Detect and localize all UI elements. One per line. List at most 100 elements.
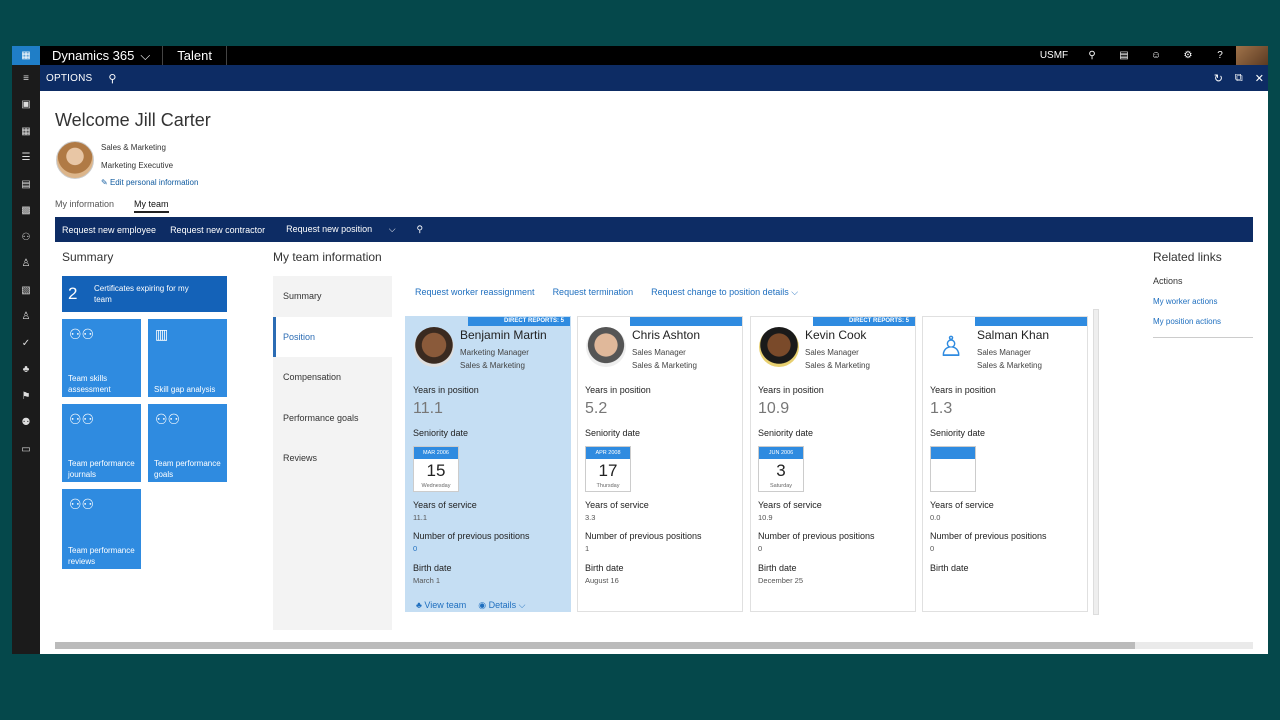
subnav-performance-goals[interactable]: Performance goals [273,398,392,439]
birth-date-label: Birth date [413,563,452,573]
certificates-count: 2 [68,284,78,303]
nav-check-icon[interactable]: ✓ [12,330,40,357]
request-new-position-button[interactable]: Request new position ⌵ [272,224,409,235]
worker-job: Sales Manager [632,348,686,357]
worker-card[interactable]: Chris Ashton Sales Manager Sales & Market… [577,316,743,612]
seniority-calendar [930,446,976,492]
nav-org-icon[interactable]: ♣ [12,357,40,384]
request-new-employee-button[interactable]: Request new employee [55,225,163,235]
horizontal-scrollbar[interactable] [55,642,1253,649]
scrollbar-thumb[interactable] [55,642,1135,649]
subnav-compensation[interactable]: Compensation [273,357,392,398]
direct-reports-badge: DIRECT REPORTS: 5 [813,317,915,326]
nav-team-icon[interactable]: ⚉ [12,410,40,437]
certificates-label: Certificates expiring for my team [94,284,189,304]
nav-recent-icon[interactable]: ▦ [12,118,40,145]
request-change-position-link[interactable]: Request change to position details ⌵ [651,287,798,298]
gear-icon[interactable]: ⚙ [1172,50,1204,61]
related-links-title: Related links [1153,250,1222,264]
tab-my-team[interactable]: My team [134,199,169,213]
module-label[interactable]: Talent [163,46,227,65]
nav-person-icon[interactable]: ♙ [12,251,40,278]
team-goals-tile[interactable]: ⚇⚇ Team performance goals [148,404,227,482]
nav-chat-icon[interactable]: ▭ [12,436,40,463]
tile-label: Team skills assessment [68,374,111,394]
details-link[interactable]: ◉ Details ⌵ [478,600,525,611]
nav-doc-icon[interactable]: ▧ [12,277,40,304]
edit-profile-link[interactable]: ✎ Edit personal information [101,174,198,192]
cal-weekday: Wednesday [421,483,451,489]
years-position-label: Years in position [585,385,651,395]
user-avatar[interactable] [1236,46,1268,65]
avatar [759,327,799,367]
skill-gap-tile[interactable]: ▥ Skill gap analysis [148,319,227,397]
tile-label: Team performance goals [154,459,221,479]
options-button[interactable]: OPTIONS [40,73,92,84]
worker-card[interactable]: DIRECT REPORTS: 5 Kevin Cook Sales Manag… [750,316,916,612]
request-termination-link[interactable]: Request termination [553,287,634,298]
brand-menu[interactable]: Dynamics 365 ⌵ [40,46,164,65]
request-new-contractor-button[interactable]: Request new contractor [163,225,272,235]
years-position-value: 1.3 [930,400,953,417]
search-icon[interactable]: ⚲ [108,72,116,85]
prev-positions-label: Number of previous positions [758,531,875,541]
search-icon[interactable]: ⚲ [1076,50,1108,61]
years-service-label: Years of service [758,500,822,510]
team-subnav: Summary Position Compensation Performanc… [273,276,392,630]
years-service-label: Years of service [413,500,477,510]
my-worker-actions-link[interactable]: My worker actions [1153,297,1253,306]
certificates-tile[interactable]: 2 Certificates expiring for my team [62,276,227,312]
years-service-value: 3.3 [585,513,596,522]
team-journals-tile[interactable]: ⚇⚇ Team performance journals [62,404,141,482]
team-skills-tile[interactable]: ⚇⚇ Team skills assessment [62,319,141,397]
report-icon: ▥ [155,326,169,342]
nav-run-icon[interactable]: ⚑ [12,383,40,410]
smiley-icon[interactable]: ☺ [1140,50,1172,61]
left-nav: ≡ ▣ ▦ ☰ ▤ ▩ ⚇ ♙ ▧ ♙ ✓ ♣ ⚑ ⚉ ▭ [12,65,40,654]
subnav-summary[interactable]: Summary [273,276,392,317]
message-icon[interactable]: ▤ [1108,50,1140,61]
request-reassignment-link[interactable]: Request worker reassignment [415,287,535,298]
search-icon[interactable]: ⚲ [410,224,431,235]
cal-weekday: Thursday [596,483,620,489]
hamburger-icon[interactable]: ≡ [12,65,40,92]
subnav-position[interactable]: Position [273,316,392,357]
worker-name: Chris Ashton [632,328,701,342]
cal-day: 15 [426,461,446,480]
nav-user-icon[interactable]: ♙ [12,304,40,331]
prev-positions-label: Number of previous positions [585,531,702,541]
related-links-panel: Related links Actions My worker actions … [1153,250,1253,338]
seniority-label: Seniority date [930,428,986,438]
team-reviews-tile[interactable]: ⚇⚇ Team performance reviews [62,489,141,569]
refresh-icon[interactable]: ↻ [1214,72,1223,85]
company-label[interactable]: USMF [1032,50,1076,61]
brand-label: Dynamics 365 [52,48,135,63]
app-launcher-icon[interactable]: ▦ [12,46,40,65]
tab-my-information[interactable]: My information [55,199,114,213]
worker-dept: Sales & Marketing [632,361,697,370]
nav-list-icon[interactable]: ☰ [12,145,40,172]
nav-modules-icon[interactable]: ▩ [12,198,40,225]
close-icon[interactable]: ✕ [1255,72,1264,85]
tile-label: Team performance reviews [68,546,135,566]
nav-favorites-icon[interactable]: ▣ [12,92,40,119]
worker-card[interactable]: DIRECT REPORTS: 5 Benjamin Martin Market… [405,316,571,612]
chevron-down-icon: ⌵ [140,47,151,63]
years-service-value: 11.1 [413,513,428,522]
divider [1153,337,1253,338]
help-icon[interactable]: ? [1204,50,1236,61]
nav-workspace-icon[interactable]: ▤ [12,171,40,198]
worker-card[interactable]: ♙ Salman Khan Sales Manager Sales & Marke… [922,316,1088,612]
seniority-label: Seniority date [585,428,641,438]
chevron-down-icon: ⌵ [518,600,526,610]
cards-scrollbar[interactable] [1093,309,1099,615]
view-team-link[interactable]: ♣ View team [416,600,466,611]
my-position-actions-link[interactable]: My position actions [1153,317,1253,326]
nav-people-icon[interactable]: ⚇ [12,224,40,251]
prev-positions-value[interactable]: 0 [413,544,417,553]
details-label: Details [488,600,517,610]
popout-icon[interactable]: ⧉ [1235,72,1243,85]
subnav-reviews[interactable]: Reviews [273,438,392,479]
prev-positions-value: 0 [758,544,763,553]
avatar [414,327,454,367]
